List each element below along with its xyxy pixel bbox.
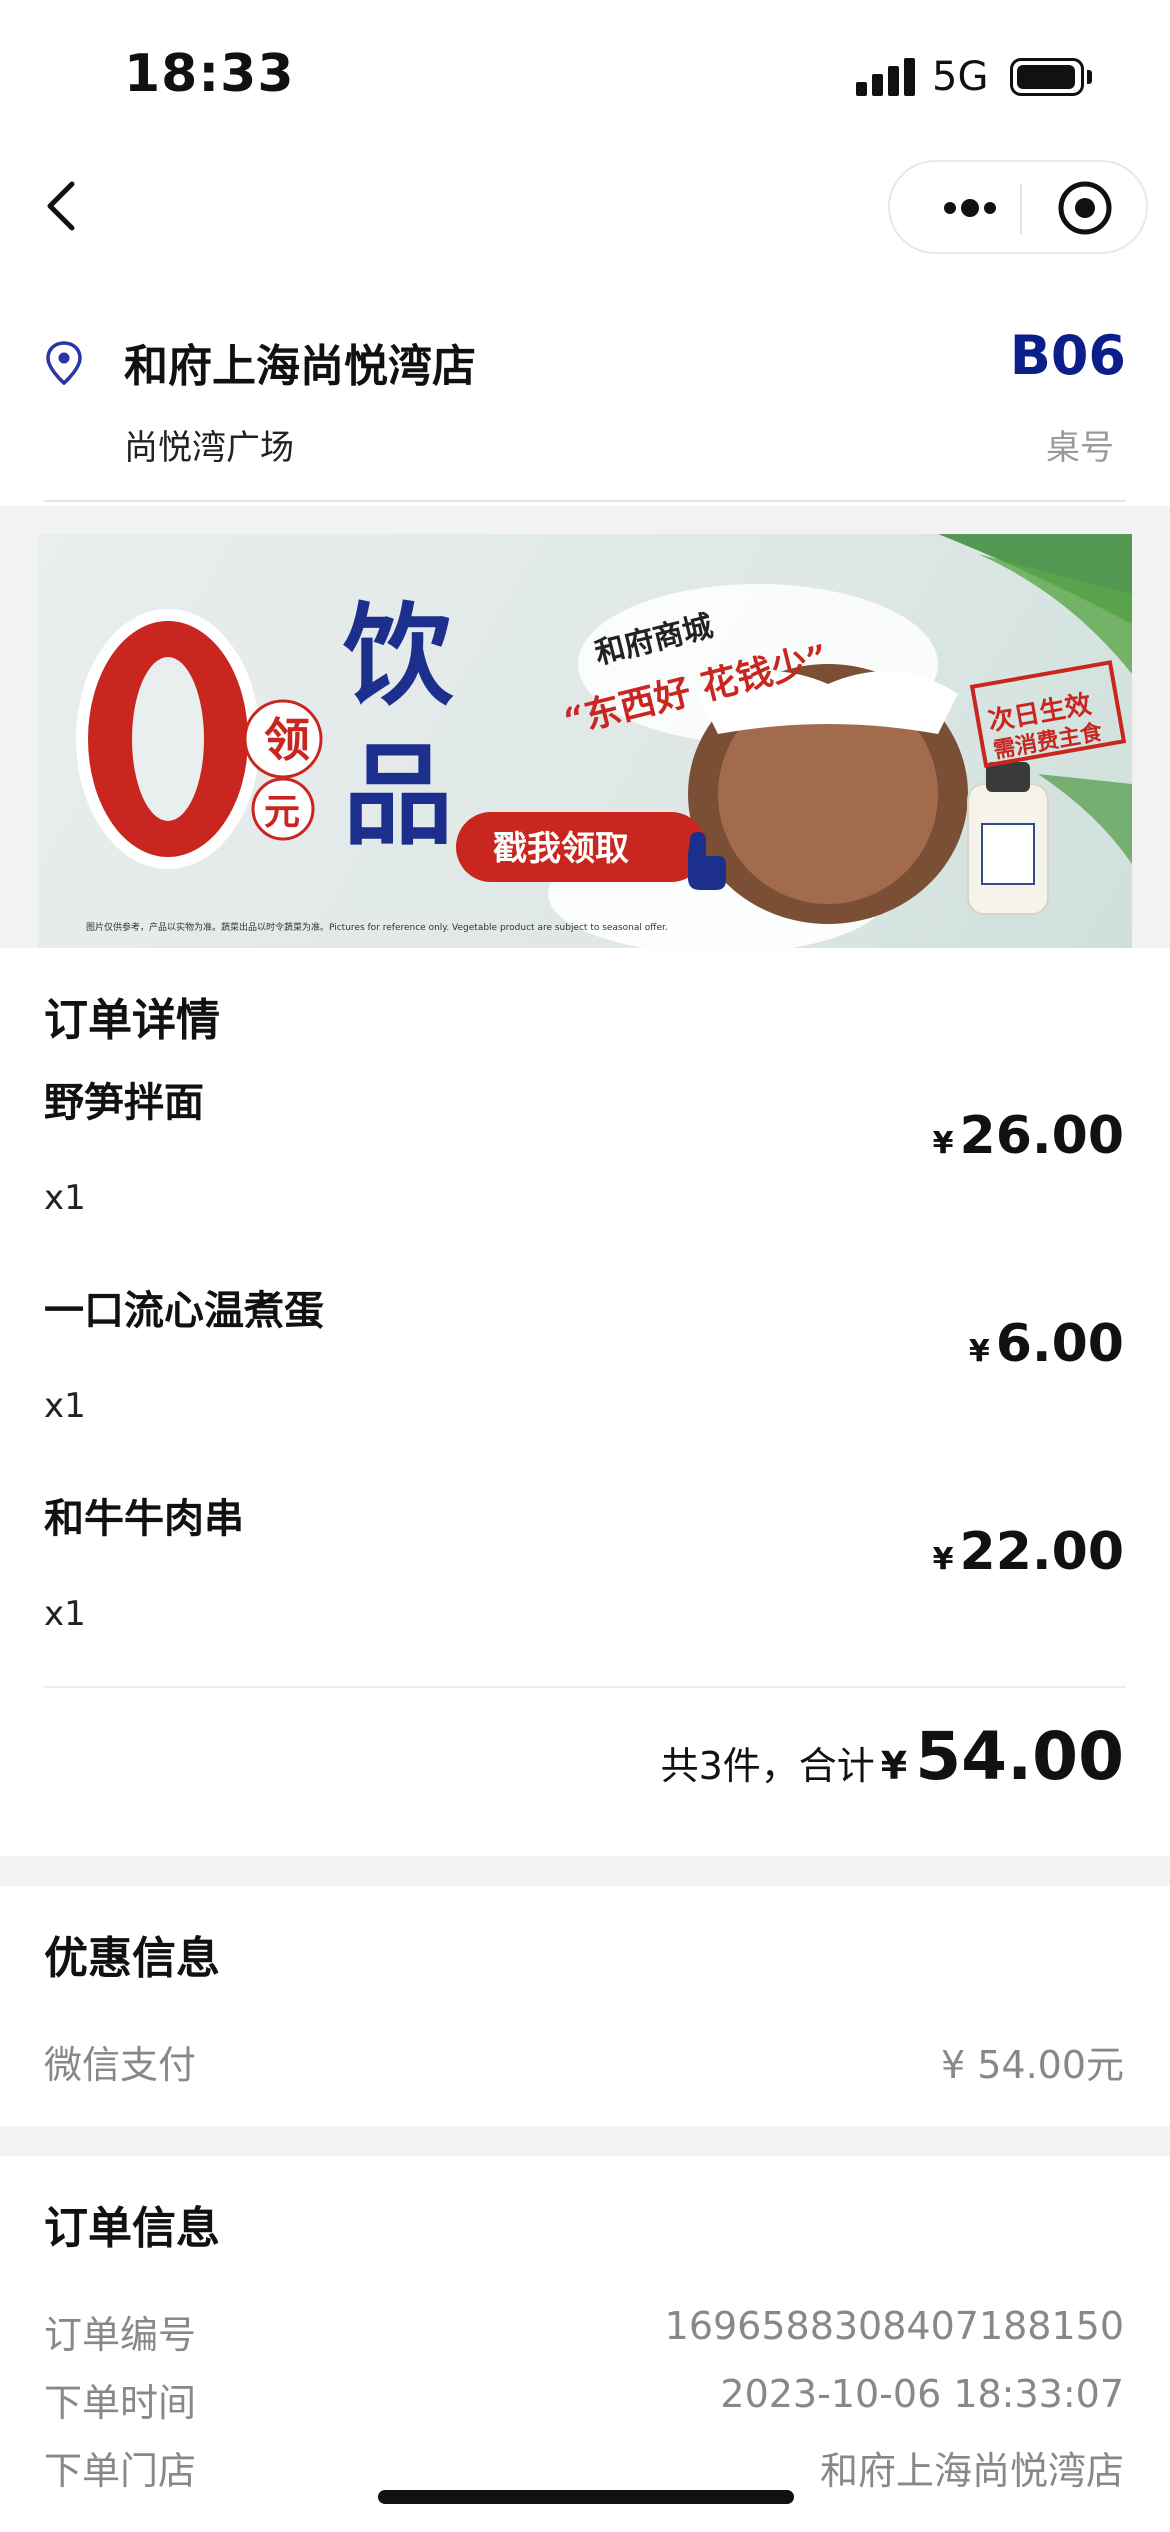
payment-amount: ¥ 54.00元	[940, 2043, 1124, 2087]
order-details-card: 订单详情 野笋拌面 x1 ¥26.00 一口流心温煮蛋 x1 ¥6.00 和牛牛…	[0, 948, 1170, 1856]
nav-bar	[0, 150, 1170, 300]
capsule-divider	[1020, 184, 1022, 234]
order-time-value: 2023-10-06 18:33:07	[720, 2372, 1124, 2416]
battery-icon	[1010, 58, 1084, 96]
item-qty: x1	[44, 1594, 86, 1634]
currency-symbol: ¥	[968, 1334, 990, 1369]
mini-program-capsule	[888, 160, 1148, 254]
order-number-value: 1696588308407188150	[664, 2304, 1124, 2348]
price-value: 22.00	[959, 1522, 1124, 1582]
price-value: 26.00	[959, 1106, 1124, 1166]
item-qty: x1	[44, 1178, 86, 1218]
divider	[44, 1686, 1126, 1688]
price-value: 6.00	[995, 1314, 1124, 1374]
store-section: 和府上海尚悦湾店 B06 尚悦湾广场 桌号	[0, 300, 1170, 506]
status-bar: 18:33 5G	[0, 0, 1170, 150]
payment-method-label: 微信支付	[44, 2043, 197, 2087]
list-item: 一口流心温煮蛋 x1 ¥6.00	[0, 1278, 1170, 1478]
currency-symbol: ¥	[932, 1126, 954, 1161]
banner-pin: 品	[343, 731, 453, 860]
banner-yin: 饮	[343, 591, 454, 720]
item-name: 一口流心温煮蛋	[44, 1288, 324, 1334]
promo-info-card: 优惠信息 微信支付 ¥ 54.00元	[0, 1886, 1170, 2126]
item-name: 和牛牛肉串	[44, 1496, 244, 1542]
order-time-label: 下单时间	[44, 2381, 197, 2425]
home-indicator[interactable]	[378, 2490, 794, 2504]
battery-tip	[1087, 70, 1092, 84]
item-price: ¥26.00	[933, 1106, 1124, 1166]
table-label: 桌号	[1046, 428, 1114, 468]
order-detail-screen: 18:33 5G 和府上海尚悦湾店 B06 尚悦湾广场 桌号 领 元 饮 品 和…	[0, 0, 1170, 2532]
divider	[44, 500, 1126, 502]
store-name: 和府上海尚悦湾店	[124, 341, 476, 392]
more-dots-icon[interactable]	[920, 180, 1020, 236]
order-number-label: 订单编号	[44, 2313, 197, 2357]
list-item: 野笋拌面 x1 ¥26.00	[0, 1070, 1170, 1270]
order-store-value: 和府上海尚悦湾店	[819, 2449, 1124, 2493]
banner-button[interactable]: 戳我领取	[493, 829, 629, 869]
banner-zero-label: 0	[100, 589, 240, 839]
promo-title: 优惠信息	[44, 1933, 220, 1984]
item-price: ¥22.00	[933, 1522, 1124, 1582]
target-icon[interactable]	[1055, 178, 1115, 238]
order-info-card: 订单信息 订单编号 1696588308407188150 下单时间 2023-…	[0, 2156, 1170, 2532]
order-details-title: 订单详情	[44, 995, 220, 1046]
total-amount: 54.00	[915, 1718, 1124, 1795]
store-location: 尚悦湾广场	[124, 428, 294, 468]
banner-disclaimer: 图片仅供参考，产品以实物为准。蔬菜出品以时令蔬菜为准。Pictures for …	[86, 921, 668, 933]
signal-icon	[856, 58, 916, 96]
item-price: ¥6.00	[969, 1314, 1124, 1374]
item-qty: x1	[44, 1386, 86, 1426]
list-item: 和牛牛肉串 x1 ¥22.00	[0, 1486, 1170, 1686]
currency-symbol: ¥	[932, 1542, 954, 1577]
promo-banner[interactable]: 0 领 元 饮 品 和府商城 “东西好 花钱少” 戳我领取 次日生效 需消费主食…	[38, 534, 1132, 948]
back-arrow-icon[interactable]	[34, 176, 94, 236]
currency-symbol: ¥	[880, 1744, 908, 1788]
network-type: 5G	[932, 54, 989, 100]
order-total: 共3件，合计 ¥ 54.00	[661, 1718, 1124, 1795]
location-pin-icon	[44, 340, 84, 386]
status-time: 18:33	[124, 44, 295, 104]
table-number: B06	[1009, 324, 1126, 387]
order-store-label: 下单门店	[44, 2449, 197, 2493]
total-prefix: 共3件，合计	[660, 1744, 875, 1788]
order-info-title: 订单信息	[44, 2203, 220, 2254]
item-name: 野笋拌面	[44, 1080, 204, 1126]
